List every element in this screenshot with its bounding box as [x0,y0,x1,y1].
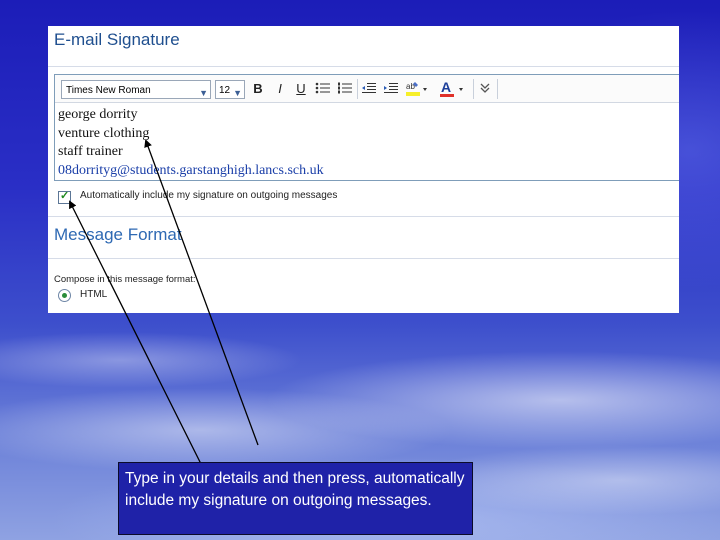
annotation-arrows [69,139,259,473]
arrow-to-checkbox [69,200,206,473]
instruction-callout: Type in your details and then press, aut… [118,462,473,535]
arrow-to-signature [144,139,259,446]
